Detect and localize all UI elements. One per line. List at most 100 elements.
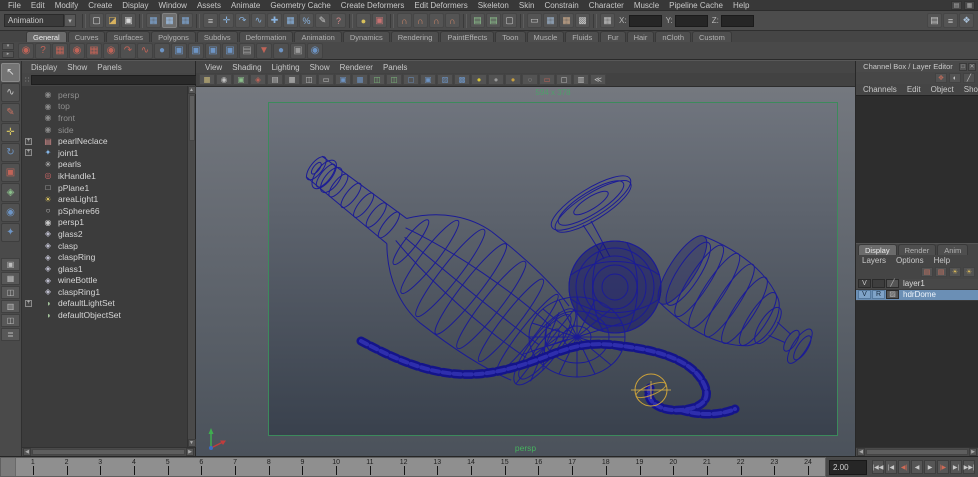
- outliner-item[interactable]: ◈ wineBottle: [22, 275, 187, 287]
- viewport-menu-item[interactable]: Show: [305, 63, 335, 72]
- menu-item[interactable]: Constrain: [539, 1, 583, 10]
- grid-icon[interactable]: ▦: [284, 74, 300, 85]
- select-tool-button[interactable]: ↖: [1, 63, 20, 82]
- mask-joints-icon[interactable]: ↷: [235, 13, 250, 28]
- shelf-menu-icon[interactable]: ▸: [2, 51, 14, 58]
- menu-item[interactable]: Display: [117, 1, 153, 10]
- shelf-tab[interactable]: Fluids: [565, 31, 599, 42]
- expand-icon[interactable]: +: [25, 138, 32, 145]
- scroll-left-icon[interactable]: ◀: [23, 448, 31, 456]
- lasso-tool-button[interactable]: ∿: [1, 83, 20, 102]
- outliner-item[interactable]: ◈ glass1: [22, 263, 187, 275]
- select-hierarchy-icon[interactable]: ▦: [146, 13, 161, 28]
- mask-curves-icon[interactable]: ∿: [251, 13, 266, 28]
- menu-item[interactable]: Create Deformers: [336, 1, 410, 10]
- menu-item[interactable]: Window: [154, 1, 192, 10]
- go-to-start-button[interactable]: |◀◀: [872, 460, 884, 474]
- shelf-tab[interactable]: Muscle: [527, 31, 565, 42]
- select-component-icon[interactable]: ▦: [178, 13, 193, 28]
- highlight-selection-icon[interactable]: ▣: [372, 13, 387, 28]
- panel-horizontal-scrollbar[interactable]: ◀ ▶: [856, 447, 978, 456]
- new-scene-icon[interactable]: ▢: [89, 13, 104, 28]
- shelf-tab-switch-icon[interactable]: ▾: [2, 43, 14, 50]
- snap-to-point-icon[interactable]: ∩: [429, 13, 444, 28]
- outliner-search-input[interactable]: [31, 75, 210, 85]
- current-time-field[interactable]: 2.00: [829, 460, 867, 475]
- show-tool-settings-icon[interactable]: ≡: [943, 13, 958, 28]
- menu-item[interactable]: Skin: [514, 1, 540, 10]
- lock-camera-icon[interactable]: ◉: [216, 74, 232, 85]
- mask-handles-icon[interactable]: ✛: [219, 13, 234, 28]
- outliner-item[interactable]: ○ pSphere66: [22, 205, 187, 217]
- viewport-canvas[interactable]: 594 x 378: [196, 87, 855, 456]
- timeline-frame[interactable]: 16: [522, 458, 556, 476]
- shelf-tab[interactable]: Dynamics: [343, 31, 390, 42]
- outliner-vertical-scrollbar[interactable]: ▲ ▼: [187, 86, 195, 447]
- move-layer-up-icon[interactable]: ▤: [921, 267, 933, 277]
- layer-row[interactable]: V ╱ layer1: [856, 279, 978, 290]
- menu-item[interactable]: Pipeline Cache: [664, 1, 728, 10]
- layer-editor-menu-item[interactable]: Layers: [857, 256, 891, 265]
- outliner-menu-item[interactable]: Panels: [92, 63, 126, 72]
- outliner-item[interactable]: ◎ ikHandle1: [22, 170, 187, 182]
- viewport-menu-item[interactable]: Lighting: [267, 63, 305, 72]
- move-tool-button[interactable]: ✛: [1, 123, 20, 142]
- field-entry-mode-icon[interactable]: ▦: [600, 13, 615, 28]
- speed-state-icon[interactable]: ❖: [935, 73, 947, 83]
- shelf-tab[interactable]: Surfaces: [106, 31, 150, 42]
- play-backwards-button[interactable]: ◀: [911, 460, 923, 474]
- timeline-frame[interactable]: 17: [555, 458, 589, 476]
- layer-editor-tab[interactable]: Anim: [937, 244, 968, 255]
- render-current-frame-icon[interactable]: ▦: [543, 13, 558, 28]
- four-view-layout-button[interactable]: ▦: [1, 272, 20, 285]
- r-toggle-icon[interactable]: ▥: [573, 74, 589, 85]
- save-scene-icon[interactable]: ▣: [121, 13, 136, 28]
- camera-attributes-icon[interactable]: ▣: [233, 74, 249, 85]
- mask-deformations-icon[interactable]: ▦: [283, 13, 298, 28]
- outliner-item[interactable]: + ◑ defaultLightSet: [22, 298, 187, 310]
- layer-visible-toggle[interactable]: V: [858, 279, 871, 288]
- snap-to-plane-icon[interactable]: ∩: [445, 13, 460, 28]
- select-object-icon[interactable]: ▦: [162, 13, 177, 28]
- lighting-all-icon[interactable]: ●: [471, 74, 487, 85]
- film-gate-icon[interactable]: ◫: [301, 74, 317, 85]
- timeline-frame[interactable]: 9: [286, 458, 320, 476]
- shelf-tab[interactable]: General: [26, 31, 67, 42]
- scrollbar-thumb[interactable]: [866, 449, 968, 455]
- snap-to-grid-icon[interactable]: ∩: [397, 13, 412, 28]
- film-icon[interactable]: ◉: [103, 43, 119, 59]
- paint-select-tool-button[interactable]: ✎: [1, 103, 20, 122]
- outliner-item[interactable]: ◈ glass2: [22, 228, 187, 240]
- create-layer-from-selected-icon[interactable]: ☀: [963, 267, 975, 277]
- timeline-frame[interactable]: 21: [690, 458, 724, 476]
- channel-box-content[interactable]: [856, 95, 978, 243]
- outliner-item[interactable]: ◑ defaultObjectSet: [22, 309, 187, 321]
- menu-item[interactable]: Assets: [192, 1, 226, 10]
- timeline-frame[interactable]: 10: [319, 458, 353, 476]
- shadows-icon[interactable]: ●: [488, 74, 504, 85]
- timeline-frame[interactable]: 4: [117, 458, 151, 476]
- outliner-item[interactable]: ◉ side: [22, 124, 187, 136]
- mask-rendering-icon[interactable]: ✎: [315, 13, 330, 28]
- graph-icon[interactable]: ▤: [239, 43, 255, 59]
- channel-box-menu-item[interactable]: Edit: [902, 85, 926, 94]
- group-icon[interactable]: ▣: [188, 43, 204, 59]
- time-slider[interactable]: 1 2 3 4: [0, 457, 826, 477]
- current-frame-indicator[interactable]: [1, 458, 16, 476]
- camera-shelf-icon[interactable]: ◉: [69, 43, 85, 59]
- menu-item[interactable]: Geometry Cache: [265, 1, 335, 10]
- layer-row[interactable]: V R ▨ hdrDome: [856, 290, 978, 301]
- shelf-tab[interactable]: Subdivs: [197, 31, 238, 42]
- open-scene-icon[interactable]: ◪: [105, 13, 120, 28]
- curve-arrow-icon[interactable]: ↷: [120, 43, 136, 59]
- z-coordinate-field[interactable]: [721, 15, 754, 27]
- outliner-item[interactable]: ◈ clasp: [22, 240, 187, 252]
- viewport-menu-item[interactable]: Renderer: [335, 63, 378, 72]
- menu-item[interactable]: Create: [83, 1, 117, 10]
- outliner-menu-item[interactable]: Display: [26, 63, 62, 72]
- mask-misc-icon[interactable]: ?: [331, 13, 346, 28]
- timeline-frame[interactable]: 20: [656, 458, 690, 476]
- sphere-shelf-icon[interactable]: ●: [154, 43, 170, 59]
- timeline-frame[interactable]: 18: [589, 458, 623, 476]
- menu-item[interactable]: Character: [584, 1, 629, 10]
